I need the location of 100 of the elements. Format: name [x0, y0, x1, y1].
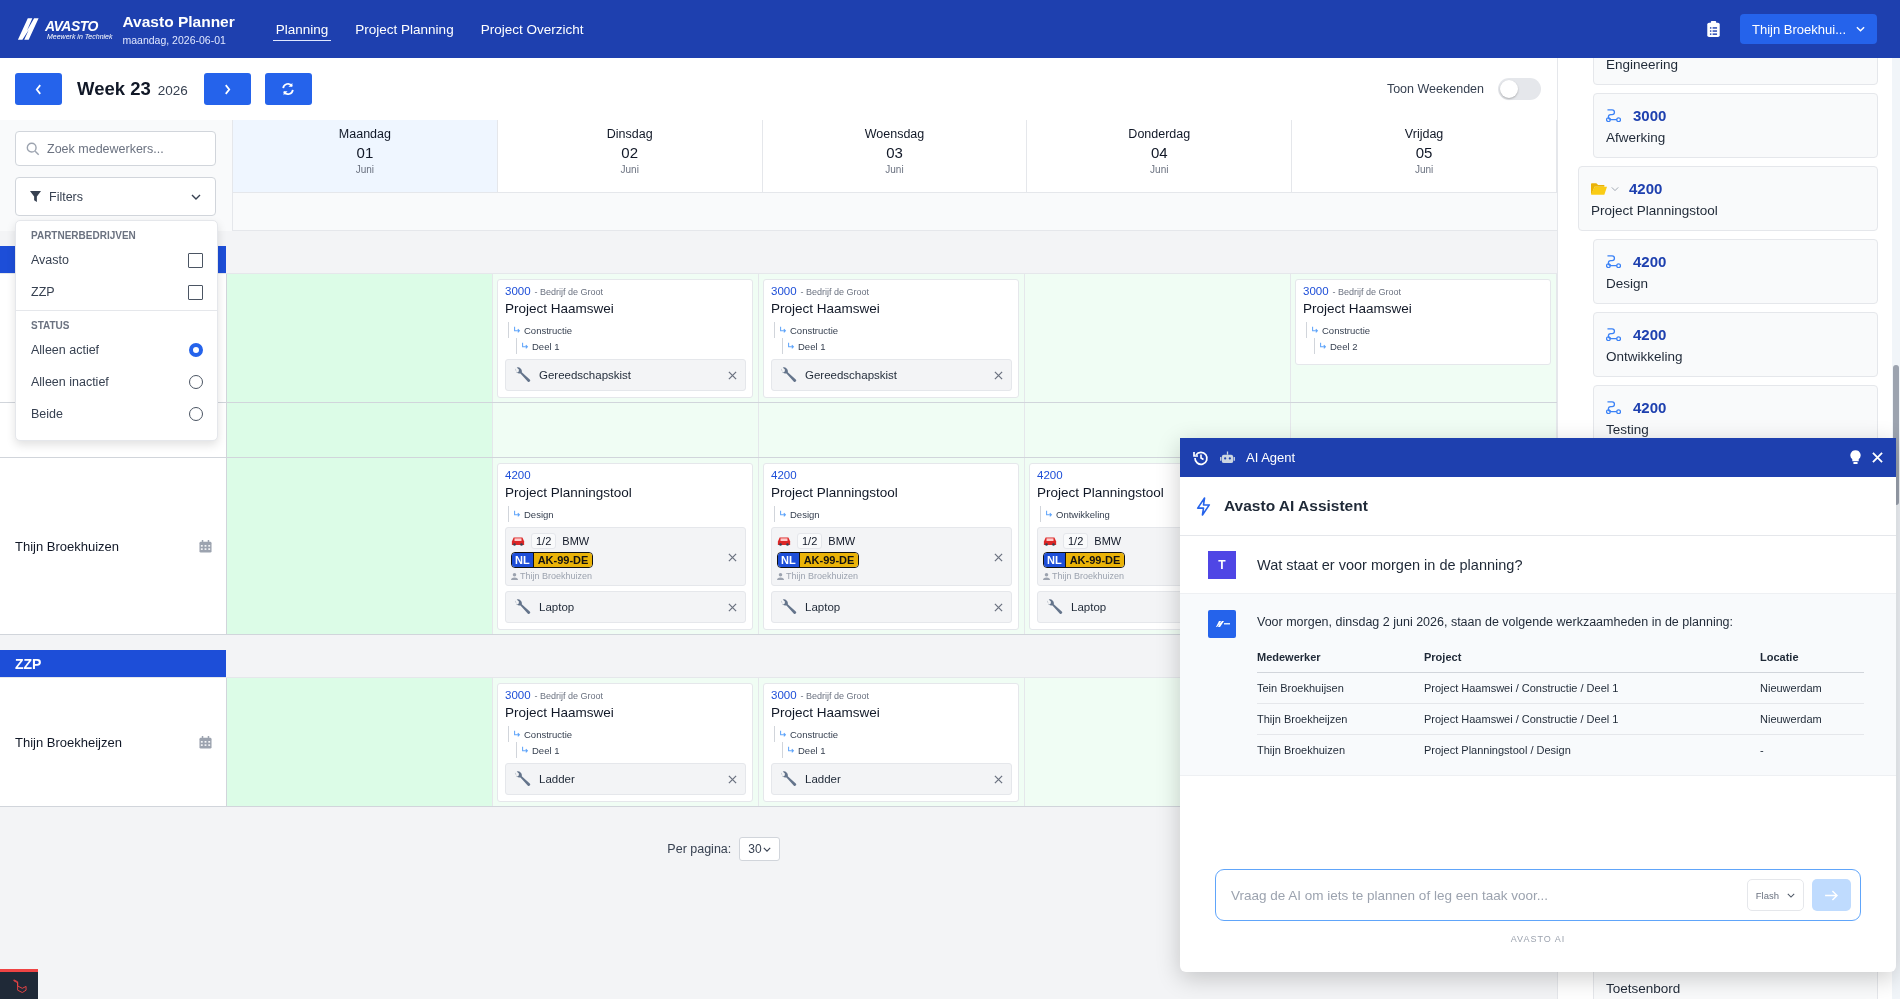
project-title: Project Haamswei — [771, 705, 880, 722]
subtask-label: Deel 1 — [798, 340, 826, 352]
project-title: Project Planningstool — [505, 485, 632, 502]
project-code: 3000 — [1303, 285, 1329, 297]
day-date: 01 — [356, 144, 374, 161]
phase-name: Ontwikkeling — [1606, 349, 1684, 364]
subtask-label: Deel 2 — [1330, 340, 1358, 352]
subtask-label: Constructie — [524, 324, 573, 336]
tool-label: Laptop — [539, 601, 576, 613]
day-date: 03 — [886, 144, 903, 161]
project-code: 4200 — [771, 469, 797, 481]
filter-option-label: Avasto — [31, 253, 69, 267]
project-code: 4200 — [1037, 469, 1063, 481]
company-name: - Bedrijf de Groot — [800, 691, 870, 701]
current-date: maandag, 2026-06-01 — [122, 33, 227, 46]
day-month: Juni — [620, 164, 639, 175]
phase-code: 4200 — [1633, 253, 1667, 270]
panel-footer: AVASTO AI — [1180, 934, 1896, 944]
phase-code: 3000 — [1633, 107, 1667, 124]
project-title: Project Haamswei — [505, 705, 614, 722]
logo-wordmark: AVASTO — [45, 18, 99, 33]
table-header: Locatie — [1760, 651, 1864, 673]
seat-count: 1/2 — [797, 533, 823, 549]
table-header: Project — [1424, 651, 1760, 673]
subtask-label: Design — [790, 508, 820, 520]
subtask-label: Constructie — [790, 728, 839, 740]
table-cell: Project Planningstool / Design — [1424, 734, 1760, 765]
employee-name: Thijn Broekheijzen — [15, 734, 122, 750]
filter-option-label: Alleen actief — [31, 343, 100, 357]
phase-name: Design — [1606, 276, 1650, 291]
day-name: Vrijdag — [1404, 127, 1444, 141]
project-code: 4200 — [505, 469, 531, 481]
subtask-label: Deel 1 — [532, 340, 560, 352]
filter-section-title: PARTNERBEDRIJVEN — [31, 230, 137, 241]
project-title: Project Planningstool — [771, 485, 898, 502]
project-code: 3000 — [505, 689, 531, 701]
day-month: Juni — [1414, 164, 1434, 175]
day-month: Juni — [1150, 164, 1169, 175]
license-plate: NL AK-99-DE — [777, 552, 860, 568]
project-code: 4200 — [1629, 180, 1663, 197]
day-name: Dinsdag — [606, 127, 653, 141]
filter-option-label: ZZP — [31, 285, 55, 299]
table-cell: Nieuwerdam — [1760, 703, 1864, 735]
table-cell: Tein Broekhuijsen — [1257, 672, 1424, 704]
vehicle-brand: BMW — [828, 535, 856, 547]
subtask-label: Constructie — [790, 324, 839, 336]
project-code: 3000 — [505, 285, 531, 297]
company-name: - Bedrijf de Groot — [534, 691, 604, 701]
seat-count: 1/2 — [531, 533, 557, 549]
week-label: Week 23 — [77, 78, 151, 100]
day-name: Donderdag — [1128, 127, 1191, 141]
day-date: 02 — [621, 144, 639, 161]
tool-label: Gereedschapskist — [539, 369, 633, 381]
tool-label: Laptop — [1071, 601, 1108, 613]
table-cell: Thijn Broekheijzen — [1257, 703, 1424, 735]
filter-option-label: Beide — [31, 407, 63, 421]
panel-title: AI Agent — [1246, 450, 1296, 465]
tool-label: Ladder — [805, 773, 842, 785]
phase-name: Engineering — [1606, 58, 1680, 72]
toggle-label: Toon Weekenden — [1386, 82, 1484, 96]
day-date: 05 — [1415, 144, 1433, 161]
table-cell: Thijn Broekhuizen — [1257, 734, 1424, 765]
phase-name: Testing — [1606, 422, 1650, 437]
project-title: Project Planningstool — [1037, 485, 1164, 502]
subtask-label: Constructie — [1322, 324, 1371, 336]
license-plate: NL AK-99-DE — [511, 552, 594, 568]
tool-label: Ladder — [539, 773, 576, 785]
driver-name: Thijn Broekhuizen — [1052, 571, 1125, 581]
table-cell: Project Haamswei / Constructie / Deel 1 — [1424, 703, 1760, 735]
project-name: Project Planningstool — [1591, 203, 1719, 218]
company-name: - Bedrijf de Groot — [534, 287, 604, 297]
project-title: Project Haamswei — [505, 301, 614, 318]
day-month: Juni — [885, 164, 904, 175]
week-year: 2026 — [157, 83, 188, 98]
employee-name: Thijn Broekhuizen — [15, 538, 120, 554]
subtask-label: Ontwikkeling — [1056, 508, 1110, 520]
project-code: 3000 — [771, 285, 797, 297]
phase-name: Toetsenbord — [1606, 981, 1682, 996]
driver-name: Thijn Broekhuizen — [786, 571, 859, 581]
vehicle-brand: BMW — [562, 535, 590, 547]
table-cell: Nieuwerdam — [1760, 672, 1864, 704]
subtask-label: Deel 1 — [798, 744, 826, 756]
license-plate: NL AK-99-DE — [1043, 552, 1126, 568]
subtask-label: Constructie — [524, 728, 573, 740]
user-avatar: T — [1208, 550, 1236, 579]
project-title: Project Haamswei — [771, 301, 880, 318]
tool-label: Gereedschapskist — [805, 369, 899, 381]
driver-name: Thijn Broekhuizen — [520, 571, 593, 581]
vehicle-brand: BMW — [1094, 535, 1122, 547]
app-title: Avasto Planner — [122, 12, 235, 31]
day-name: Maandag — [338, 127, 391, 141]
company-name: - Bedrijf de Groot — [1332, 287, 1402, 297]
table-cell: - — [1760, 734, 1864, 765]
page-size-label: Per pagina: — [667, 842, 732, 856]
day-month: Juni — [355, 164, 375, 175]
filter-option-label: Alleen inactief — [31, 375, 109, 389]
table-header: Medewerker — [1257, 651, 1424, 673]
phase-name: Afwerking — [1606, 130, 1667, 145]
day-name: Woensdag — [864, 127, 925, 141]
phase-code: 4200 — [1633, 399, 1667, 416]
